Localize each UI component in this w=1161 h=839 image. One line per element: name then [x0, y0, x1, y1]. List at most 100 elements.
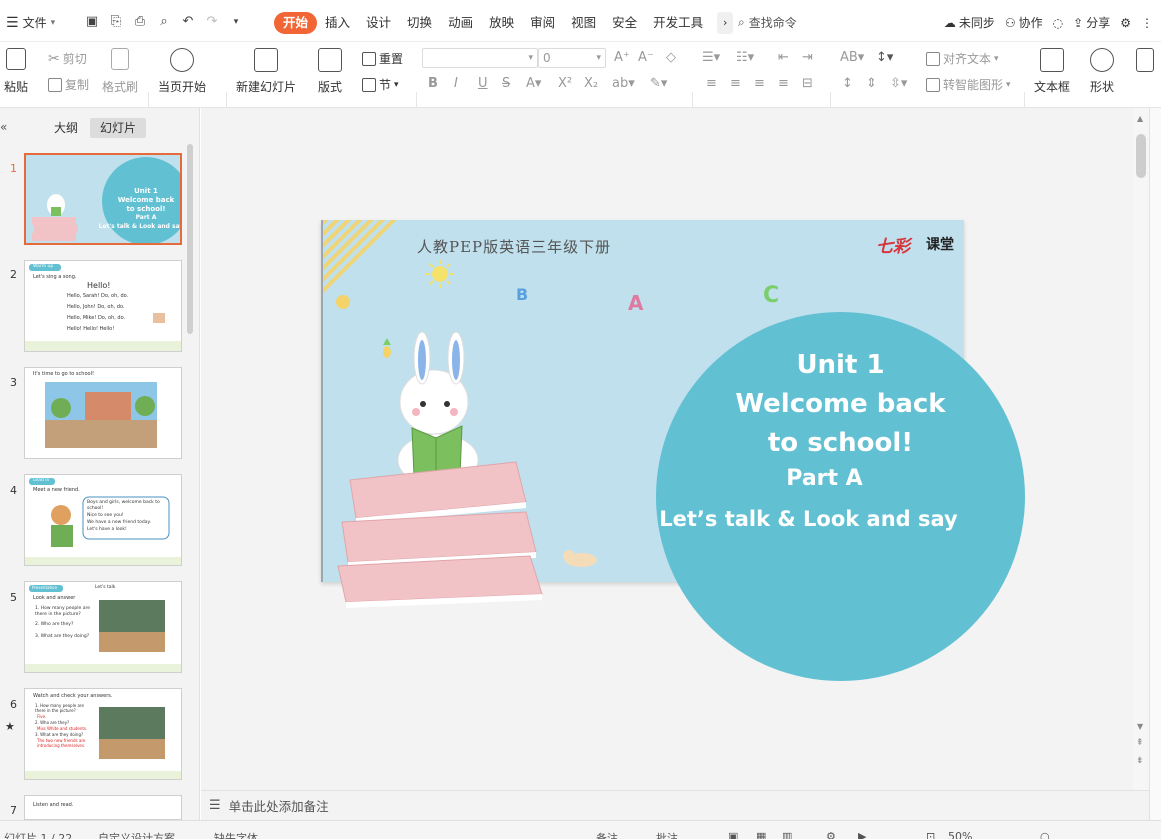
undo-icon[interactable]: ↶ — [180, 14, 196, 30]
bullet-list-icon[interactable]: ☰▾ — [702, 50, 720, 65]
tab-developer[interactable]: 开发工具 — [645, 12, 711, 34]
increase-indent-icon[interactable]: ⇥ — [802, 50, 813, 65]
slide-thumbnail-7[interactable]: Listen and read. — [24, 795, 182, 820]
scroll-up-icon[interactable]: ▲ — [1137, 114, 1143, 123]
decrease-indent-icon[interactable]: ⇤ — [778, 50, 789, 65]
align-text-button[interactable]: 对齐文本 ▾ — [926, 50, 999, 67]
print-preview-icon[interactable]: ⌕ — [156, 14, 172, 30]
number-list-icon[interactable]: ☷▾ — [736, 50, 754, 65]
slide-thumbnail-3[interactable]: It's time to go to school! — [24, 367, 182, 459]
tab-insert[interactable]: 插入 — [317, 12, 358, 34]
scroll-down-icon[interactable]: ▼ — [1137, 722, 1143, 731]
more-tabs-icon[interactable]: › — [717, 12, 734, 34]
tab-slideshow[interactable]: 放映 — [481, 12, 522, 34]
collab-button[interactable]: ⚇ 协作 — [1005, 14, 1043, 31]
tab-review[interactable]: 审阅 — [522, 12, 563, 34]
tab-view[interactable]: 视图 — [563, 12, 604, 34]
sorter-view-icon[interactable]: ▦ — [756, 830, 766, 839]
notes-toggle[interactable]: 备注 — [596, 830, 618, 839]
share-button[interactable]: ⇪ 分享 — [1073, 14, 1110, 31]
paste-button[interactable]: 粘贴 — [4, 48, 28, 95]
font-color-icon[interactable]: A▾ — [526, 76, 541, 91]
canvas-scrollbar[interactable]: ▲ ▼ ⇞ ⇟ — [1133, 108, 1149, 790]
font-grow-icon[interactable]: A⁺ — [614, 50, 630, 65]
section-button[interactable]: 节 ▾ — [362, 76, 399, 93]
tab-design[interactable]: 设计 — [358, 12, 399, 34]
tab-animation[interactable]: 动画 — [440, 12, 481, 34]
prev-slide-icon[interactable]: ⇞ — [1136, 738, 1144, 748]
justify-icon[interactable]: ≡ — [778, 76, 789, 91]
play-from-current-button[interactable]: 当页开始 — [158, 48, 206, 95]
smart-graphic-icon — [926, 77, 940, 92]
text-direction-icon[interactable]: AB▾ — [840, 50, 864, 65]
align-left-icon[interactable]: ≡ — [706, 76, 717, 91]
copy-button[interactable]: 复制 — [48, 76, 89, 93]
gear-icon[interactable]: ⚙ — [826, 830, 836, 839]
settings-button[interactable]: ⚙ — [1120, 16, 1131, 30]
align-right-icon[interactable]: ≡ — [754, 76, 765, 91]
line-spacing-icon[interactable]: ↕ — [842, 76, 853, 91]
font-shrink-icon[interactable]: A⁻ — [638, 50, 654, 65]
theme-name[interactable]: 自定义设计方案 — [98, 830, 175, 839]
scroll-thumb[interactable] — [1136, 134, 1146, 178]
fit-icon[interactable]: ⊡ — [926, 830, 935, 839]
customize-chevron-icon[interactable]: ▾ — [228, 14, 244, 30]
tab-home[interactable]: 开始 — [274, 12, 318, 34]
comment-button[interactable]: ◌ — [1053, 16, 1063, 30]
phonetic-icon[interactable]: ab▾ — [612, 76, 635, 91]
chevron-down-icon: ▾ — [1006, 79, 1011, 90]
normal-view-icon[interactable]: ▣ — [728, 830, 738, 839]
cut-button[interactable]: ✂ 剪切 — [48, 50, 87, 67]
tab-security[interactable]: 安全 — [604, 12, 645, 34]
smart-graphic-button[interactable]: 转智能图形 ▾ — [926, 76, 1011, 93]
zoom-level[interactable]: 50% — [948, 830, 972, 839]
distribute-icon[interactable]: ⊟ — [802, 76, 813, 91]
sync-button[interactable]: ☁ 未同步 — [944, 14, 995, 31]
zoom-slider[interactable]: ○ — [1040, 830, 1050, 839]
export-icon[interactable]: ⎘ — [108, 14, 124, 30]
redo-icon[interactable]: ↷ — [204, 14, 220, 30]
bold-icon[interactable]: B — [428, 76, 438, 91]
reset-button[interactable]: 重置 — [362, 50, 403, 67]
underline-icon[interactable]: U — [478, 76, 488, 91]
file-menu[interactable]: ☰ 文件 ▾ — [6, 14, 55, 31]
slide-thumbnail-4[interactable]: Lead in Meet a new friend. Boys and girl… — [24, 474, 182, 566]
sort-icon[interactable]: ↕▾ — [876, 50, 893, 65]
format-painter-button[interactable]: 格式刷 — [102, 48, 138, 95]
slide-thumbnail-6[interactable]: Watch and check your answers. 1. How man… — [24, 688, 182, 780]
align-center-icon[interactable]: ≡ — [730, 76, 741, 91]
layout-button[interactable]: 版式 — [318, 48, 342, 95]
missing-font[interactable]: 缺失字体 — [214, 830, 258, 839]
new-slide-button[interactable]: 新建幻灯片 — [236, 48, 296, 95]
para-spacing-icon[interactable]: ⇕ — [866, 76, 877, 91]
superscript-icon[interactable]: X² — [558, 76, 572, 91]
comments-toggle[interactable]: 批注 — [656, 830, 678, 839]
font-family-select[interactable]: ▾ — [422, 48, 538, 68]
command-search[interactable]: ⌕ 查找命令 — [738, 14, 797, 31]
panel-scrollbar[interactable] — [187, 144, 193, 334]
slide-thumbnail-1[interactable]: Unit 1 Welcome back to school! Part A Le… — [24, 153, 182, 245]
highlight-icon[interactable]: ✎▾ — [650, 76, 667, 91]
eraser-icon[interactable]: ◇ — [666, 50, 676, 65]
shape-button[interactable]: 形状 — [1090, 48, 1114, 95]
save-icon[interactable]: ▣ — [84, 14, 100, 30]
reading-view-icon[interactable]: ▥ — [782, 830, 792, 839]
spacing-menu-icon[interactable]: ⇳▾ — [890, 76, 907, 91]
notes-pane[interactable]: ☰ 单击此处添加备注 — [201, 790, 1149, 820]
play-icon[interactable]: ▶ — [858, 830, 866, 839]
tab-transitions[interactable]: 切换 — [399, 12, 440, 34]
italic-icon[interactable]: I — [454, 76, 458, 91]
print-icon[interactable]: ⎙ — [132, 14, 148, 30]
more-button[interactable]: ⋮ — [1141, 16, 1153, 30]
subscript-icon[interactable]: X₂ — [584, 76, 598, 91]
slide-thumbnail-2[interactable]: Warm up Let's sing a song. Hello! Hello,… — [24, 260, 182, 352]
title-circle[interactable]: Unit 1 Welcome back to school! Part A Le… — [656, 312, 1025, 681]
picture-button[interactable] — [1136, 48, 1154, 78]
next-slide-icon[interactable]: ⇟ — [1136, 756, 1144, 766]
slide-thumbnail-5[interactable]: Presentation Let's talk Look and answer … — [24, 581, 182, 673]
font-size-select[interactable]: 0 ▾ — [538, 48, 606, 68]
tab-outline[interactable]: 大纲 — [44, 118, 88, 138]
tab-slides[interactable]: 幻灯片 — [90, 118, 147, 138]
textbox-button[interactable]: 文本框 — [1034, 48, 1070, 95]
strikethrough-icon[interactable]: S — [502, 76, 510, 91]
